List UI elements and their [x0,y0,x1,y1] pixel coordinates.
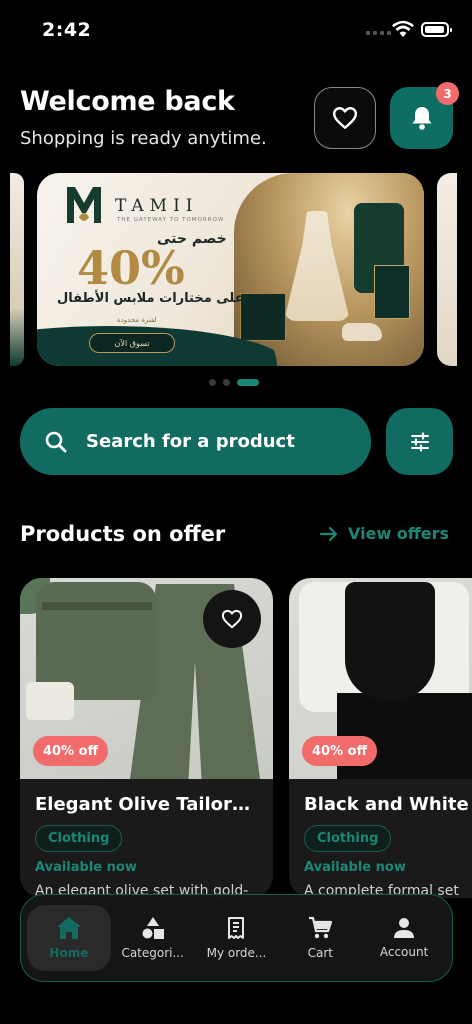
heart-icon [221,609,243,629]
arrow-right-icon [320,526,338,541]
banner-brand-tagline: THE GATEWAY TO TOMORROW [117,217,225,223]
banner-shop-now-button[interactable]: تسوق الآن [89,333,175,353]
page-title: Welcome back [20,86,235,117]
bottom-navigation: Home Categori... My orde... Cart Account [20,894,453,982]
product-favorite-button[interactable] [203,590,261,648]
search-icon [45,431,67,452]
home-icon [56,917,81,939]
nav-label: Cart [307,946,333,960]
banner-brand: TAMII [115,196,199,216]
cart-icon [309,916,333,939]
nav-label: Account [379,945,429,959]
product-card[interactable]: 40% off Black and White F Clothing Avail… [289,578,472,898]
carousel-dot[interactable] [223,379,230,386]
nav-item-orders[interactable]: My orde... [195,905,279,971]
notification-count-badge: 3 [436,82,459,105]
product-title: Elegant Olive Tailored S... [35,794,260,815]
nav-item-cart[interactable]: Cart [278,905,362,971]
view-offers-link[interactable]: View offers [320,524,449,543]
availability-label: Available now [35,860,137,875]
status-time: 2:42 [42,19,92,41]
orders-icon [228,917,245,939]
nav-label: My orde... [206,946,267,960]
categories-icon [142,917,164,939]
page-subtitle: Shopping is ready anytime. [20,128,267,149]
heart-icon [332,107,358,129]
nav-item-account[interactable]: Account [362,905,446,971]
category-chip[interactable]: Clothing [35,825,123,852]
product-title: Black and White F [304,794,472,815]
sliders-icon [410,431,429,452]
nav-item-home[interactable]: Home [27,905,111,971]
search-input[interactable]: Search for a product [86,431,295,452]
carousel-dot[interactable] [209,379,216,386]
account-icon [394,918,415,938]
nav-label: Categori... [121,946,184,960]
battery-icon [421,22,452,37]
banner-discount-value: 40% [77,241,185,295]
search-bar[interactable]: Search for a product [20,408,371,475]
filter-button[interactable] [386,408,453,475]
section-title: Products on offer [20,522,226,546]
next-banner-peek[interactable] [437,173,457,366]
wifi-icon [392,20,414,37]
availability-label: Available now [304,860,406,875]
product-card[interactable]: 40% off Elegant Olive Tailored S... Clot… [20,578,273,898]
category-chip[interactable]: Clothing [304,825,392,852]
favorites-button[interactable] [314,87,376,149]
previous-banner-peek[interactable] [10,173,24,366]
carousel-pagination [209,379,259,386]
tamii-logo-icon [67,187,101,223]
discount-badge: 40% off [33,736,109,766]
bell-icon [412,107,431,130]
banner-headline: على مختارات ملابس الأطفال [57,291,244,306]
cellular-signal-icon [366,31,391,35]
banner-limited-text: لفترة محدودة [117,316,157,324]
nav-label: Home [49,946,89,960]
promo-banner[interactable]: TAMII THE GATEWAY TO TOMORROW خصم حتى 40… [37,173,424,366]
nav-item-categories[interactable]: Categori... [111,905,195,971]
status-bar: 2:42 [0,0,472,60]
banner-photo [234,173,424,366]
carousel-dot-active[interactable] [237,379,259,386]
view-offers-label[interactable]: View offers [348,524,449,543]
discount-badge: 40% off [302,736,378,766]
